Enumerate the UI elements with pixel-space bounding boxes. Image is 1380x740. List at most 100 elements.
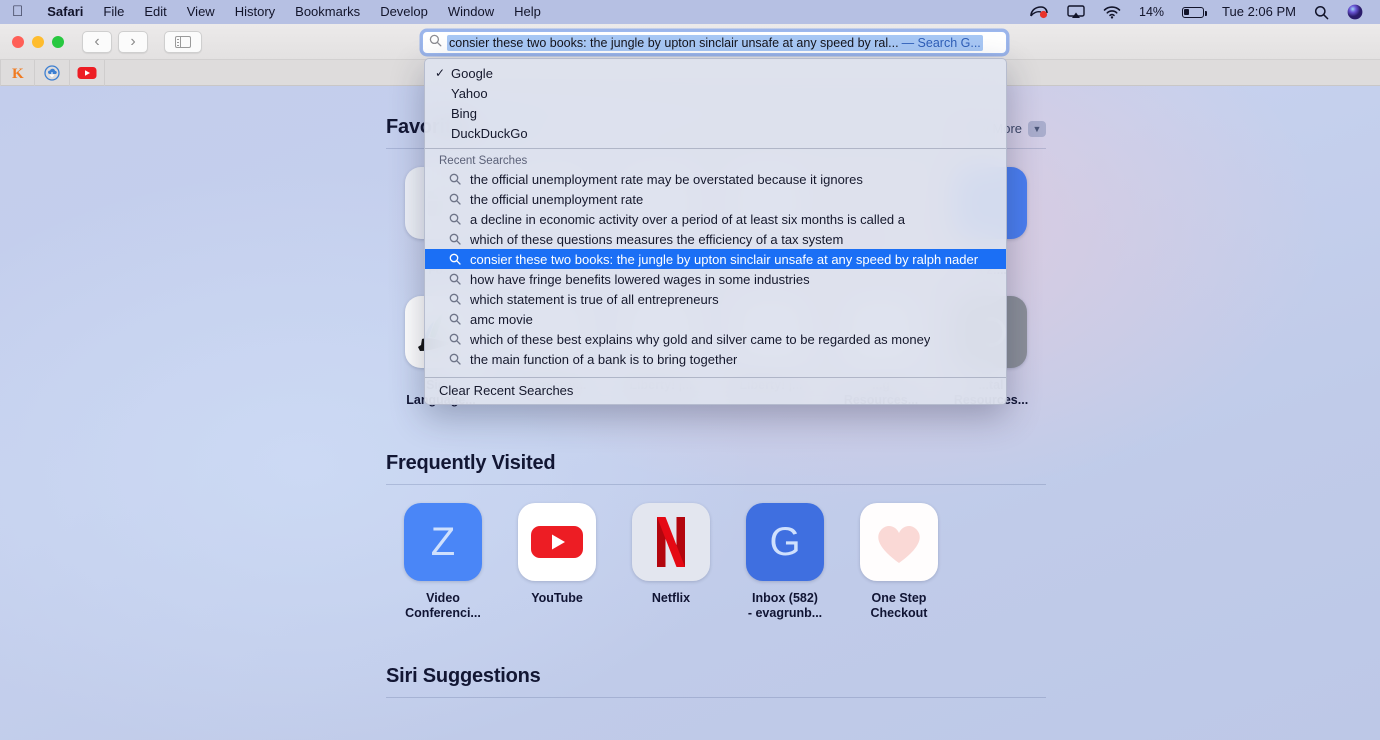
address-search-field[interactable]: consier these two books: the jungle by u… [422,31,1007,54]
recent-search-text: a decline in economic activity over a pe… [470,211,905,227]
gmail-icon: G [746,503,824,581]
search-engine-bing[interactable]: Bing [425,103,1006,123]
menu-item-bookmarks[interactable]: Bookmarks [285,0,370,24]
search-icon [449,213,461,225]
search-engine-label: DuckDuckGo [451,125,528,141]
frequently-visited-item[interactable]: One Step Checkout [842,503,956,621]
recent-search-item[interactable]: amc movie [425,309,1006,329]
chevron-down-icon: ▼ [1028,120,1046,137]
zoom-icon: Z [404,503,482,581]
cloud-download-icon [44,64,60,81]
recent-searches-list: the official unemployment rate may be ov… [425,169,1006,369]
orange-k-icon: K [12,66,24,81]
bookmark-favicon-youtube[interactable] [70,59,105,86]
search-engine-label: Google [451,65,493,81]
frequently-visited-label: Netflix [651,591,691,605]
checkmark-icon: ✓ [435,66,446,80]
menubar-status-area: 14% Tue 2:06 PM [1020,0,1372,24]
recent-search-text: which statement is true of all entrepren… [470,291,719,307]
screen-recording-icon[interactable] [1020,5,1058,19]
search-engine-label: Bing [451,105,478,121]
recent-search-text: the official unemployment rate [470,191,644,207]
menu-item-file[interactable]: File [93,0,134,24]
bookmark-favicon-cloud[interactable] [35,59,70,86]
frequently-visited-label: One Step Checkout [870,591,928,620]
search-engine-yahoo[interactable]: Yahoo [425,83,1006,103]
frequently-visited-title: Frequently Visited [386,452,556,474]
netflix-icon [632,503,710,581]
battery-icon[interactable] [1173,6,1213,18]
sidebar-icon [175,35,191,48]
clear-recent-searches-label: Clear Recent Searches [439,382,574,398]
address-bar-wrapper: consier these two books: the jungle by u… [422,31,1007,54]
search-icon [449,233,461,245]
airplay-icon[interactable] [1058,5,1094,19]
heart-icon [860,503,938,581]
search-icon [449,273,461,285]
search-suggestions-dropdown: ✓ Google Yahoo Bing DuckDuckGo Recent Se… [424,58,1007,405]
youtube-icon [77,66,97,79]
recent-search-text: which of these questions measures the ef… [470,231,844,247]
recent-search-item[interactable]: the official unemployment rate [425,189,1006,209]
menu-item-view[interactable]: View [177,0,225,24]
search-icon[interactable] [1305,5,1338,20]
menu-bar:  Safari File Edit View History Bookmark… [0,0,1380,24]
frequently-visited-item[interactable]: Z Video Conferenci... [386,503,500,621]
recent-search-text: how have fringe benefits lowered wages i… [470,271,810,287]
address-bar-query: consier these two books: the jungle by u… [449,35,899,50]
forward-button[interactable]: › [118,30,148,53]
recent-search-text: the official unemployment rate may be ov… [470,171,863,187]
siri-suggestions-divider [386,697,1046,698]
menu-item-window[interactable]: Window [438,0,504,24]
recent-search-item[interactable]: the official unemployment rate may be ov… [425,169,1006,189]
zoom-button[interactable] [52,35,64,48]
menu-item-help[interactable]: Help [504,0,551,24]
frequently-visited-section: Frequently Visited Z Video Conferenci...… [386,452,1046,621]
siri-suggestions-title: Siri Suggestions [386,665,541,687]
recent-search-text: amc movie [470,311,533,327]
recent-search-item-selected[interactable]: consier these two books: the jungle by u… [425,249,1006,269]
menu-item-edit[interactable]: Edit [134,0,176,24]
window-controls [12,35,64,48]
bookmark-favicon-k[interactable]: K [0,59,35,86]
menu-item-safari[interactable]: Safari [37,0,93,24]
nav-buttons: ‹ › [82,30,148,53]
frequently-visited-label: YouTube [531,591,583,605]
recent-search-item[interactable]: which statement is true of all entrepren… [425,289,1006,309]
close-button[interactable] [12,35,24,48]
siri-suggestions-section: Siri Suggestions [386,665,1046,698]
sidebar-toggle-button[interactable] [164,30,202,53]
wifi-icon[interactable] [1094,5,1130,19]
frequently-visited-grid: Z Video Conferenci... YouTube Netflix G … [386,503,1046,621]
address-bar-text: consier these two books: the jungle by u… [447,34,983,51]
search-icon [449,353,461,365]
search-engine-google[interactable]: ✓ Google [425,63,1006,83]
apple-logo-icon[interactable]:  [12,4,23,19]
recent-search-text: consier these two books: the jungle by u… [470,251,979,267]
search-icon [449,173,461,185]
frequently-visited-item[interactable]: Netflix [614,503,728,621]
frequently-visited-item[interactable]: YouTube [500,503,614,621]
recent-search-text: which of these best explains why gold an… [470,331,931,347]
search-icon [449,333,461,345]
minimize-button[interactable] [32,35,44,48]
clear-recent-searches-button[interactable]: Clear Recent Searches [425,378,1006,402]
search-engine-duckduckgo[interactable]: DuckDuckGo [425,123,1006,143]
recent-search-item[interactable]: how have fringe benefits lowered wages i… [425,269,1006,289]
menu-item-history[interactable]: History [225,0,285,24]
menubar-clock[interactable]: Tue 2:06 PM [1213,0,1305,24]
frequently-visited-item[interactable]: G Inbox (582) - evagrunb... [728,503,842,621]
siri-icon[interactable] [1338,4,1372,20]
back-button[interactable]: ‹ [82,30,112,53]
search-icon [449,193,461,205]
recent-searches-header: Recent Searches [439,155,528,167]
search-engine-list: ✓ Google Yahoo Bing DuckDuckGo [425,59,1006,148]
search-icon [449,293,461,305]
frequently-visited-divider [386,484,1046,485]
recent-search-item[interactable]: a decline in economic activity over a pe… [425,209,1006,229]
search-icon [449,253,461,265]
recent-search-item[interactable]: which of these questions measures the ef… [425,229,1006,249]
recent-search-item[interactable]: the main function of a bank is to bring … [425,349,1006,369]
menu-item-develop[interactable]: Develop [370,0,438,24]
recent-search-item[interactable]: which of these best explains why gold an… [425,329,1006,349]
